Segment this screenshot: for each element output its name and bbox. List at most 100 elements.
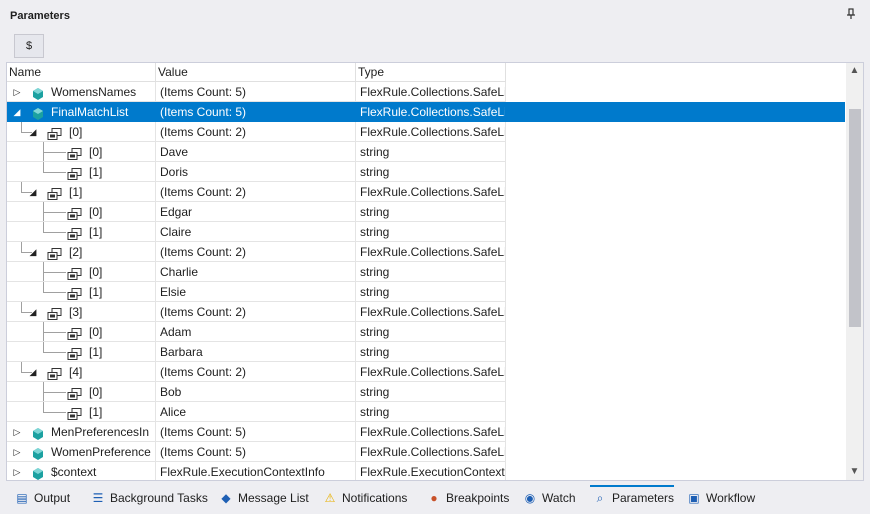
tab-parameters[interactable]: ⌕ Parameters [590,485,675,509]
column-header-value[interactable]: Value [156,63,356,82]
collapsed-triangle-icon[interactable]: ▷ [11,462,23,480]
output-icon: ▤ [16,491,28,505]
name-cell: ◢ FinalMatchList [7,102,156,122]
scrollbar-thumb[interactable] [849,109,861,327]
context-button[interactable]: $ [14,34,44,58]
name-cell: [1] [7,282,156,302]
tree-row[interactable]: ◢ [1] (Items Count: 2) FlexRule.Collections… [7,182,845,202]
tab-background-tasks[interactable]: ☰ Background Tasks [88,487,208,509]
name-cell: ◢ [3] [7,302,156,322]
collection-item-icon [47,126,62,140]
type-cell: string [356,382,506,402]
value-cell: Barbara [156,342,356,362]
row-name: [0] [89,325,103,339]
collapsed-triangle-icon[interactable]: ▷ [11,442,23,461]
tree-row[interactable]: ▷ MenPreferencesIn (Items Count: 5) FlexRul… [7,422,845,442]
field-icon [33,86,47,100]
column-header-type[interactable]: Type [356,63,506,82]
expanded-triangle-icon[interactable]: ◢ [27,242,39,261]
collection-item-icon [67,406,82,420]
value-cell: Elsie [156,282,356,302]
type-cell: FlexRule.Collections.SafeLi [356,242,506,262]
tree-row[interactable]: [1] Doris string [7,162,845,182]
name-cell: ▷ $context [7,462,156,480]
tab-watch[interactable]: ◉ Watch [520,487,576,509]
tab-workflow[interactable]: ▣ Workflow [684,487,755,509]
row-name: [4] [69,365,83,379]
value-cell: Claire [156,222,356,242]
value-cell: Alice [156,402,356,422]
tree-row[interactable]: [1] Claire string [7,222,845,242]
tab-breakpoints[interactable]: ● Breakpoints [424,487,509,509]
tree-row[interactable]: ◢ [0] (Items Count: 2) FlexRule.Collections… [7,122,845,142]
tree-row[interactable]: ◢ [4] (Items Count: 2) FlexRule.Collections… [7,362,845,382]
name-cell: [0] [7,382,156,402]
grid-header: Name Value Type [7,63,845,82]
collection-item-icon [67,286,82,300]
tasks-icon: ☰ [92,491,104,505]
row-name: [2] [69,245,83,259]
panel-title: Parameters [10,10,70,22]
expanded-triangle-icon[interactable]: ◢ [27,122,39,141]
scroll-up-icon[interactable]: ▲ [846,63,863,79]
expanded-triangle-icon[interactable]: ◢ [11,102,23,121]
tree-row[interactable]: ◢ FinalMatchList (Items Count: 5) FlexRule.… [7,102,845,122]
field-icon [33,446,47,460]
value-cell: Adam [156,322,356,342]
value-cell: Doris [156,162,356,182]
type-cell: string [356,142,506,162]
bottom-tab-strip: ▤ Output ☰ Background Tasks ◆ Message List ⚠ No… [0,484,870,514]
tree-row[interactable]: [0] Edgar string [7,202,845,222]
tree-row[interactable]: ▷ WomensNames (Items Count: 5) FlexRule.Col… [7,82,845,102]
search-icon: ⌕ [596,491,604,505]
expanded-triangle-icon[interactable]: ◢ [27,302,39,321]
pin-icon[interactable] [846,8,856,23]
tree-row[interactable]: ◢ [3] (Items Count: 2) FlexRule.Collections… [7,302,845,322]
collection-item-icon [67,226,82,240]
column-header-name[interactable]: Name [7,63,156,82]
tab-notifications[interactable]: ⚠ Notifications [320,487,408,509]
type-cell: FlexRule.Collections.SafeLi [356,422,506,442]
tab-message-list[interactable]: ◆ Message List [216,487,308,509]
type-cell: string [356,342,506,362]
workflow-icon: ▣ [688,491,700,505]
tree-row[interactable]: ▷ WomenPreference (Items Count: 5) FlexRule… [7,442,845,462]
row-name: WomenPreference [51,445,151,459]
type-cell: string [356,162,506,182]
warning-icon: ⚠ [324,491,336,505]
grid-rows: ▷ WomensNames (Items Count: 5) FlexRule.Col… [7,82,845,480]
tree-row[interactable]: [1] Barbara string [7,342,845,362]
tab-label: Watch [542,491,576,505]
type-cell: string [356,322,506,342]
collapsed-triangle-icon[interactable]: ▷ [11,422,23,441]
field-icon [33,426,47,440]
expanded-triangle-icon[interactable]: ◢ [27,182,39,201]
tree-row[interactable]: [0] Charlie string [7,262,845,282]
vertical-scrollbar[interactable]: ▲ ▼ [846,63,863,480]
value-cell: (Items Count: 5) [156,422,356,442]
tree-row[interactable]: [1] Alice string [7,402,845,422]
row-name: [1] [69,185,83,199]
tree-row[interactable]: [0] Dave string [7,142,845,162]
tree-row[interactable]: ◢ [2] (Items Count: 2) FlexRule.Collections… [7,242,845,262]
expanded-triangle-icon[interactable]: ◢ [27,362,39,381]
name-cell: [1] [7,222,156,242]
name-cell: ▷ WomensNames [7,82,156,102]
tree-row[interactable]: ▷ $context FlexRule.ExecutionContextInfo Fl… [7,462,845,480]
collection-item-icon [67,146,82,160]
row-name: [0] [89,385,103,399]
collection-item-icon [67,206,82,220]
collection-item-icon [47,306,62,320]
row-name: [1] [89,405,103,419]
row-name: [0] [69,125,83,139]
tree-row[interactable]: [0] Bob string [7,382,845,402]
scroll-down-icon[interactable]: ▼ [846,464,863,480]
tab-output[interactable]: ▤ Output [12,487,70,509]
tree-row[interactable]: [0] Adam string [7,322,845,342]
type-cell: string [356,202,506,222]
collapsed-triangle-icon[interactable]: ▷ [11,82,23,101]
tree-row[interactable]: [1] Elsie string [7,282,845,302]
collection-item-icon [67,266,82,280]
row-name: [1] [89,225,103,239]
tab-label: Breakpoints [446,491,510,505]
